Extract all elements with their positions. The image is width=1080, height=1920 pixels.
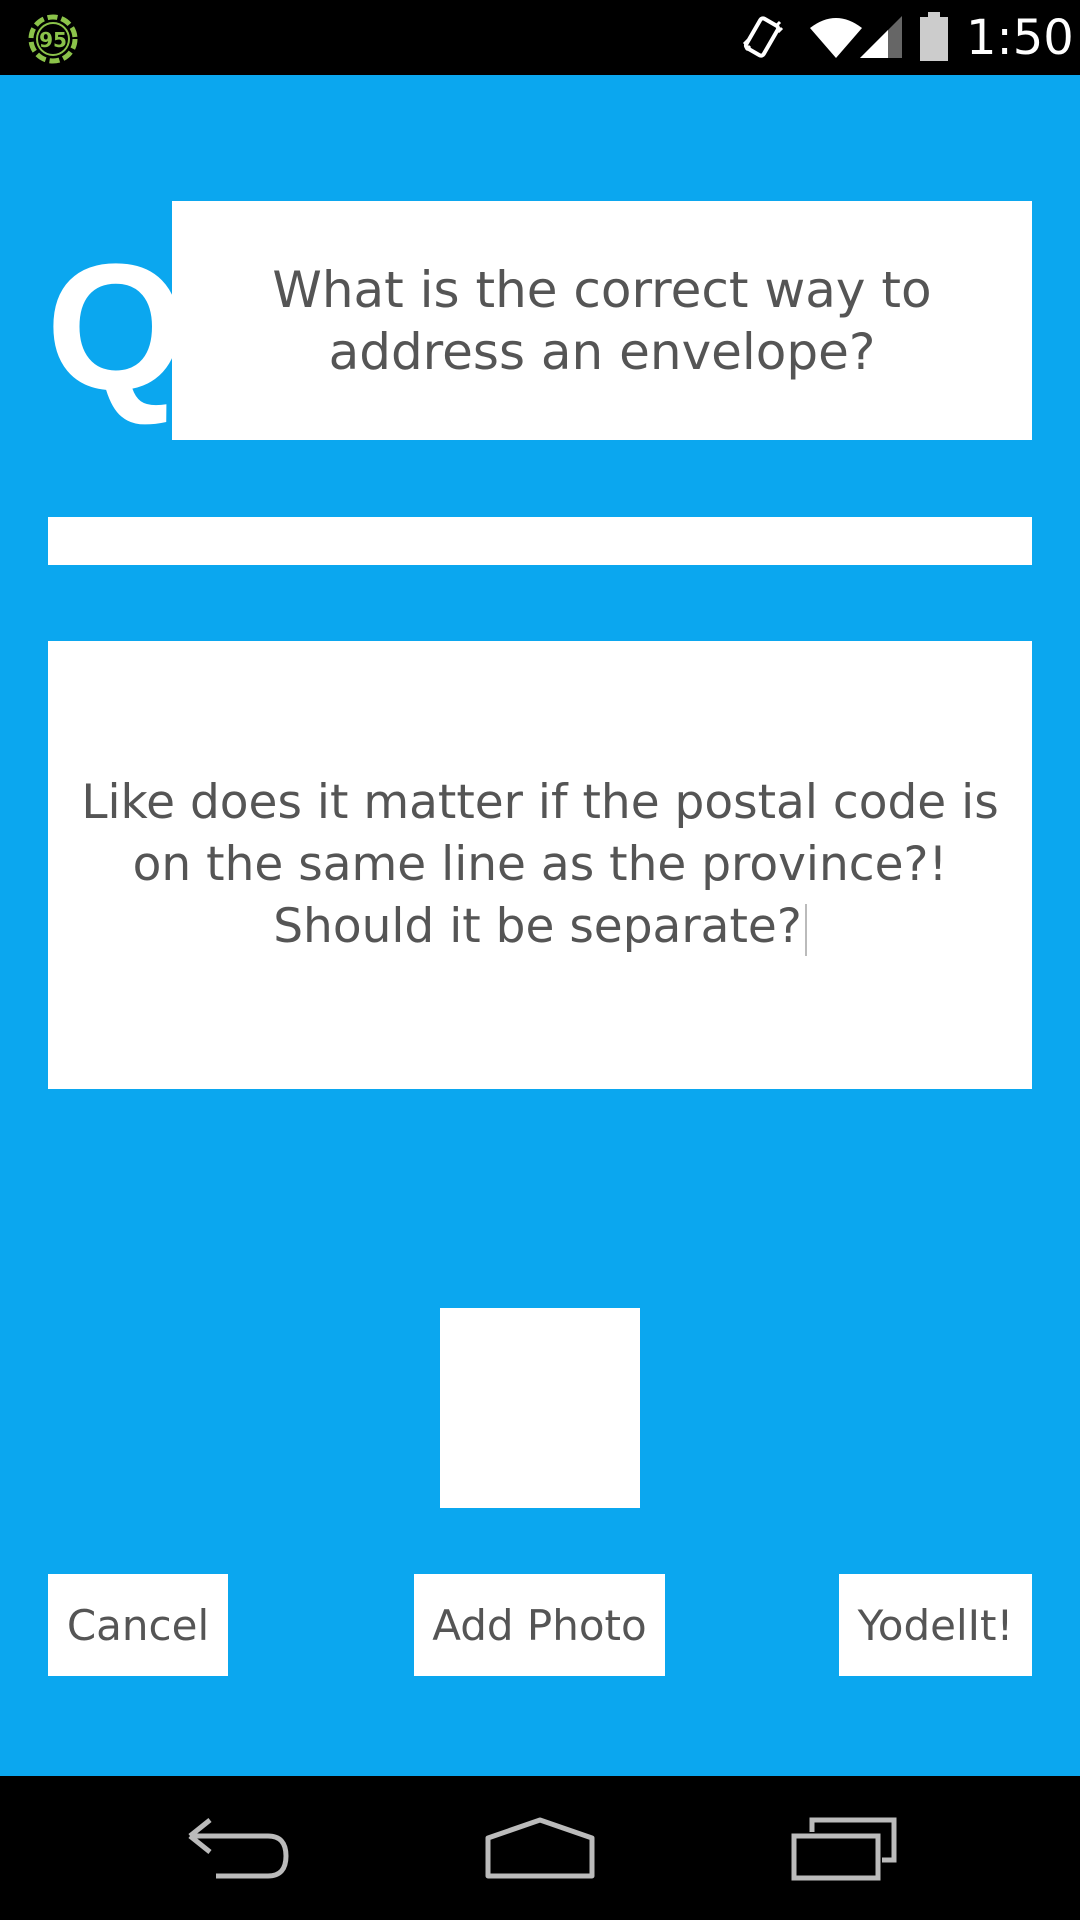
- home-icon[interactable]: [484, 1816, 596, 1880]
- question-details-container: Like does it matter if the postal code i…: [68, 772, 1012, 958]
- add-photo-button[interactable]: Add Photo: [414, 1574, 665, 1676]
- submit-yodel-button[interactable]: YodelIt!: [839, 1574, 1032, 1676]
- signal-icon: [858, 14, 904, 60]
- back-icon[interactable]: [186, 1816, 290, 1880]
- tags-input[interactable]: [48, 517, 1032, 565]
- photo-preview[interactable]: [440, 1308, 640, 1508]
- text-cursor: [804, 903, 807, 956]
- navigation-bar: [0, 1776, 1080, 1920]
- recents-icon[interactable]: [790, 1814, 898, 1882]
- cancel-button[interactable]: Cancel: [48, 1574, 228, 1676]
- question-title-text: What is the correct way to address an en…: [272, 260, 932, 381]
- question-details-text: Like does it matter if the postal code i…: [81, 775, 999, 954]
- wifi-icon: [808, 16, 864, 60]
- screen: 95 1:50 Q What is the correct way to add…: [0, 0, 1080, 1920]
- question-prefix-letter: Q: [46, 227, 187, 428]
- question-details-field[interactable]: Like does it matter if the postal code i…: [48, 641, 1032, 1089]
- notification-badge-icon: 95: [26, 12, 80, 66]
- status-clock: 1:50: [966, 10, 1074, 66]
- battery-icon: [918, 12, 950, 62]
- vibrate-icon: [740, 14, 786, 60]
- status-bar: 95 1:50: [0, 0, 1080, 75]
- question-title-field[interactable]: What is the correct way to address an en…: [172, 201, 1032, 440]
- notification-badge-text: 95: [39, 28, 67, 52]
